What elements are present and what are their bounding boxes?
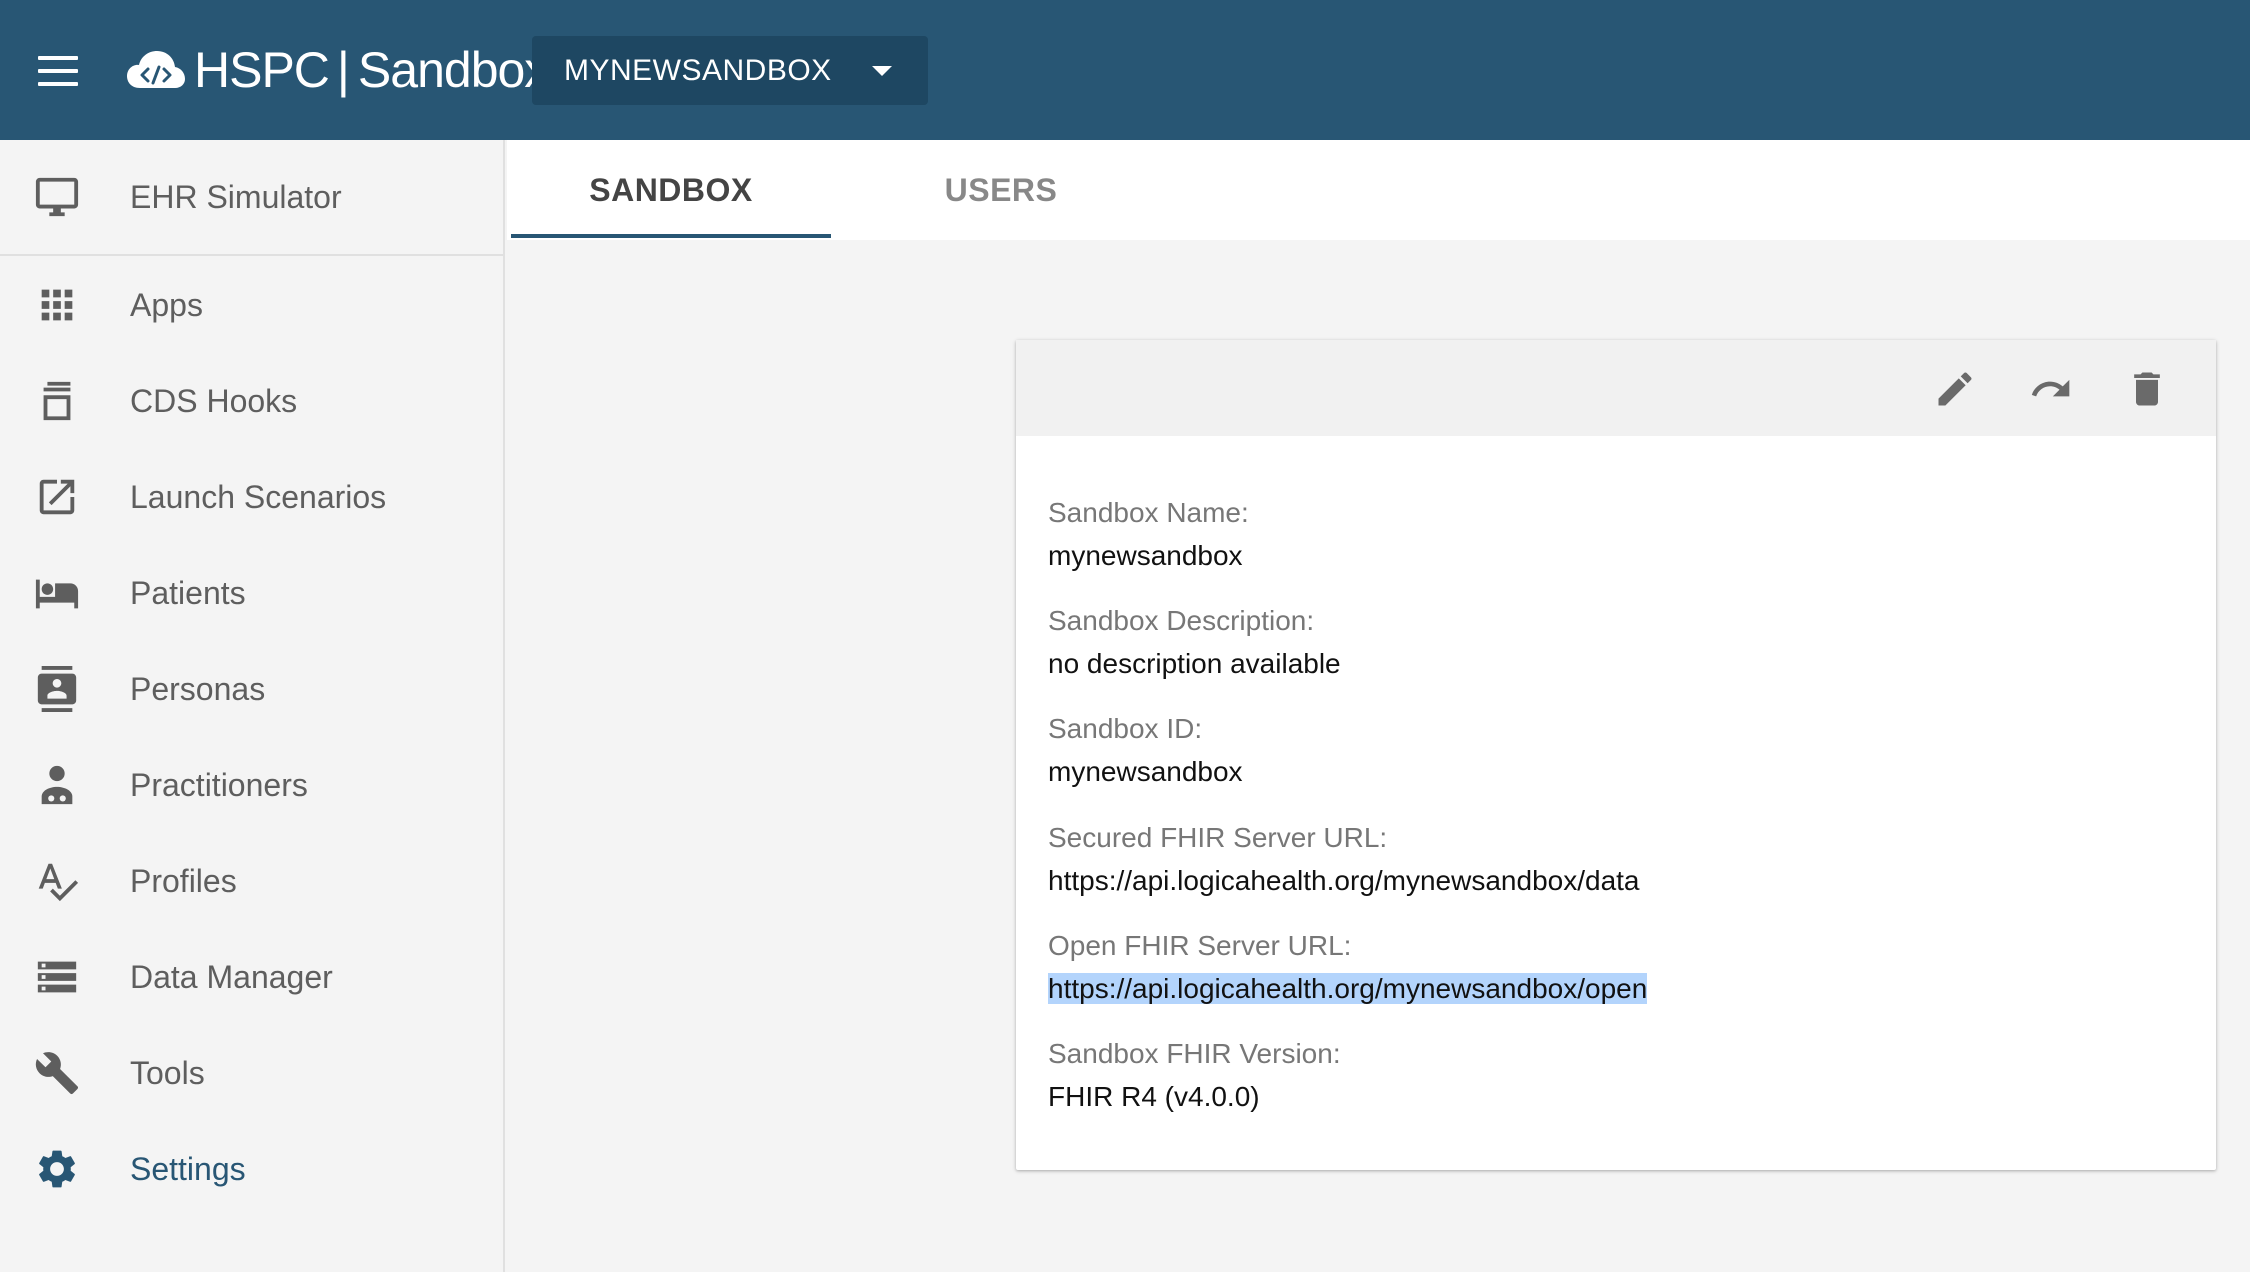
sidebar-item-label: EHR Simulator bbox=[130, 178, 342, 215]
sidebar-item-patients[interactable]: Patients bbox=[0, 545, 503, 641]
sandbox-selector[interactable]: MYNEWSANDBOX bbox=[532, 36, 928, 105]
field-value: FHIR R4 (v4.0.0) bbox=[1048, 1081, 1260, 1112]
sandbox-selector-label: MYNEWSANDBOX bbox=[564, 53, 832, 87]
apps-grid-icon bbox=[34, 282, 80, 328]
storage-icon bbox=[34, 954, 80, 1000]
sidebar-item-practitioners[interactable]: Practitioners bbox=[0, 737, 503, 833]
contacts-icon bbox=[34, 666, 80, 712]
practitioner-icon bbox=[34, 762, 80, 808]
field-sandbox-id: Sandbox ID: mynewsandbox bbox=[1048, 712, 2178, 789]
sidebar-item-label: Launch Scenarios bbox=[130, 478, 387, 515]
app-header: HSPC | Sandbox MYNEWSANDBOX bbox=[0, 0, 2250, 140]
field-fhir-version: Sandbox FHIR Version: FHIR R4 (v4.0.0) bbox=[1048, 1037, 2178, 1114]
sidebar-divider bbox=[0, 254, 503, 256]
field-label: Secured FHIR Server URL: bbox=[1048, 822, 1388, 853]
monitor-icon bbox=[34, 174, 80, 220]
field-label: Open FHIR Server URL: bbox=[1048, 930, 1352, 961]
field-open-fhir-url: Open FHIR Server URL: https://api.logica… bbox=[1048, 929, 2178, 1006]
logo-separator: | bbox=[336, 42, 350, 98]
field-sandbox-name: Sandbox Name: mynewsandbox bbox=[1048, 496, 2178, 573]
field-label: Sandbox ID: bbox=[1048, 713, 1203, 744]
launch-icon bbox=[34, 474, 80, 520]
field-label: Sandbox Name: bbox=[1048, 497, 1249, 528]
spellcheck-icon bbox=[34, 858, 80, 904]
sidebar-item-tools[interactable]: Tools bbox=[0, 1025, 503, 1121]
field-label: Sandbox Description: bbox=[1048, 605, 1315, 636]
redo-icon bbox=[2031, 379, 2070, 397]
tab-sandbox[interactable]: SANDBOX bbox=[511, 140, 831, 240]
tab-bar: SANDBOX USERS bbox=[507, 140, 2250, 240]
field-value: https://api.logicahealth.org/mynewsandbo… bbox=[1048, 865, 1640, 896]
sidebar-item-profiles[interactable]: Profiles bbox=[0, 833, 503, 929]
sidebar-item-launch-scenarios[interactable]: Launch Scenarios bbox=[0, 449, 503, 545]
delete-button[interactable] bbox=[2124, 366, 2170, 412]
sidebar-item-apps[interactable]: Apps bbox=[0, 257, 503, 353]
active-tab-indicator bbox=[511, 234, 831, 238]
field-value: mynewsandbox bbox=[1048, 756, 1243, 787]
wrench-icon bbox=[34, 1050, 80, 1096]
field-value: no description available bbox=[1048, 648, 1341, 679]
sidebar-item-label: Settings bbox=[130, 1150, 246, 1187]
menu-icon[interactable] bbox=[38, 56, 78, 86]
sidebar-item-personas[interactable]: Personas bbox=[0, 641, 503, 737]
sidebar-item-cds-hooks[interactable]: CDS Hooks bbox=[0, 353, 503, 449]
pencil-icon bbox=[1938, 372, 1972, 406]
selected-text: https://api.logicahealth.org/mynewsandbo… bbox=[1048, 973, 1648, 1004]
sidebar-item-label: Profiles bbox=[130, 862, 237, 899]
field-secured-fhir-url: Secured FHIR Server URL: https://api.log… bbox=[1048, 821, 2178, 898]
cloud-code-icon bbox=[127, 51, 185, 88]
sidebar-item-label: Personas bbox=[130, 670, 266, 707]
sidebar-item-label: Patients bbox=[130, 574, 246, 611]
tab-users[interactable]: USERS bbox=[841, 140, 1161, 240]
sidebar-item-ehr-simulator[interactable]: EHR Simulator bbox=[0, 149, 503, 245]
field-sandbox-description: Sandbox Description: no description avai… bbox=[1048, 604, 2178, 681]
sidebar-item-label: Tools bbox=[130, 1054, 205, 1091]
sidebar-item-label: Data Manager bbox=[130, 958, 333, 995]
field-value-selected: https://api.logicahealth.org/mynewsandbo… bbox=[1048, 972, 2178, 1006]
cds-hooks-icon bbox=[34, 378, 80, 424]
sidebar-item-label: Practitioners bbox=[130, 766, 308, 803]
gear-icon bbox=[34, 1146, 80, 1192]
sandbox-details-card: Sandbox Name: mynewsandbox Sandbox Descr… bbox=[1016, 340, 2216, 1170]
trash-icon bbox=[2134, 372, 2160, 406]
field-label: Sandbox FHIR Version: bbox=[1048, 1038, 1341, 1069]
sidebar-item-label: CDS Hooks bbox=[130, 382, 298, 419]
card-toolbar bbox=[1016, 340, 2216, 436]
sidebar-item-label: Apps bbox=[130, 286, 203, 323]
logo-primary-text: HSPC bbox=[194, 42, 330, 98]
hotel-bed-icon bbox=[34, 570, 80, 616]
sidebar: EHR Simulator Apps CDS Hooks Launch Scen… bbox=[0, 140, 505, 1272]
reset-button[interactable] bbox=[2028, 366, 2074, 412]
caret-down-icon bbox=[872, 66, 892, 76]
sidebar-item-settings[interactable]: Settings bbox=[0, 1121, 503, 1217]
logo-secondary-text: Sandbox bbox=[357, 42, 549, 98]
edit-button[interactable] bbox=[1932, 366, 1978, 412]
field-value: mynewsandbox bbox=[1048, 540, 1243, 571]
sidebar-item-data-manager[interactable]: Data Manager bbox=[0, 929, 503, 1025]
app-logo[interactable]: HSPC | Sandbox bbox=[126, 42, 549, 98]
